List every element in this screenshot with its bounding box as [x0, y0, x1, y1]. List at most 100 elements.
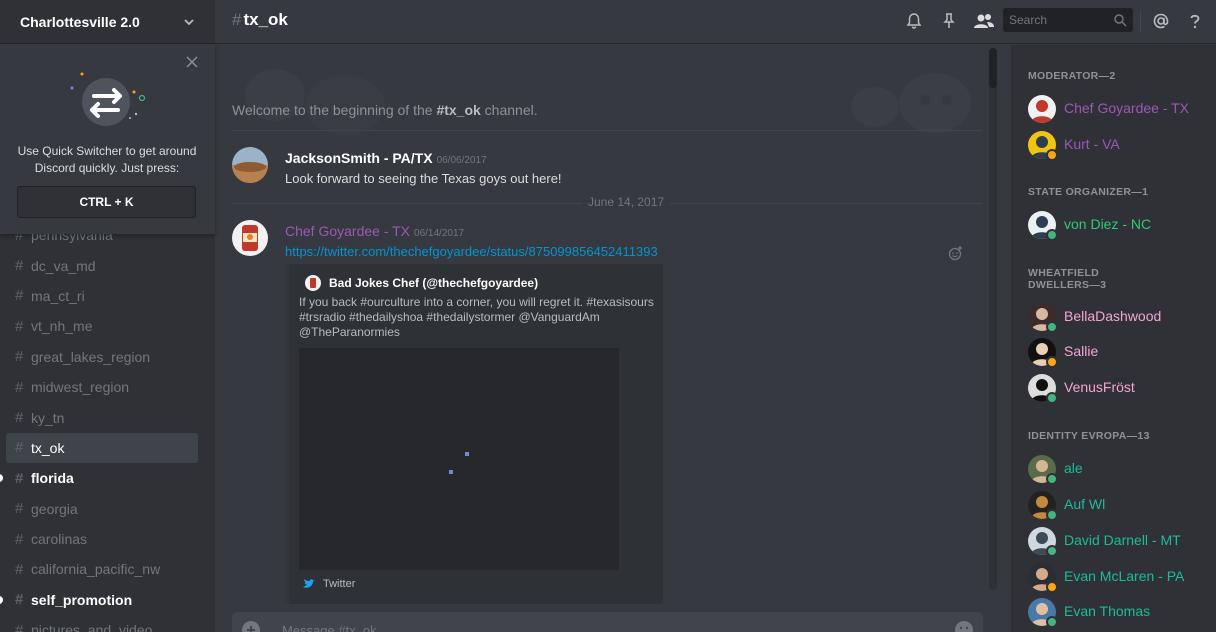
channel-item-tx_ok[interactable]: # tx_ok	[6, 432, 198, 464]
hash-icon: #	[15, 439, 24, 457]
status-online-indicator	[1046, 229, 1058, 241]
channel-label: self_promotion	[31, 591, 133, 608]
member-item[interactable]: Evan Thomas	[1028, 598, 1208, 630]
channel-item-carolinas[interactable]: # carolinas	[6, 524, 198, 554]
member-group-header: STATE ORGANIZER—1	[1028, 186, 1149, 198]
help-icon[interactable]	[1186, 12, 1204, 30]
message-author[interactable]: JacksonSmith - PA/TX 06/06/2017	[285, 150, 487, 166]
avatar	[1028, 95, 1056, 123]
hash-icon: #	[15, 287, 24, 305]
welcome-background-art	[245, 69, 971, 135]
quick-switcher-shortcut-button[interactable]: CTRL + K	[17, 186, 196, 218]
emoji-icon[interactable]	[955, 621, 973, 632]
status-online-indicator	[1046, 392, 1058, 404]
member-name: BellaDashwood	[1064, 308, 1162, 324]
author-name: Chef Goyardee - TX	[285, 223, 411, 239]
status-online-indicator	[1046, 545, 1058, 557]
channel-item-great_lakes_region[interactable]: # great_lakes_region	[6, 342, 198, 372]
channel-label: tx_ok	[31, 439, 65, 456]
channel-header: # tx_ok Search	[215, 0, 1216, 44]
embed-footer-text: Twitter	[323, 578, 356, 590]
hash-icon: #	[15, 500, 24, 518]
channel-hash: #	[232, 10, 242, 29]
search-placeholder: Search	[1009, 13, 1048, 27]
member-item[interactable]: VenusFröst	[1028, 374, 1208, 406]
chevron-down-icon	[184, 18, 194, 25]
upload-plus-icon[interactable]	[242, 621, 260, 632]
hash-icon: #	[15, 530, 24, 548]
member-name: Kurt - VA	[1064, 136, 1120, 152]
member-item[interactable]: Chef Goyardee - TX	[1028, 95, 1208, 127]
member-name: Sallie	[1064, 343, 1099, 359]
channel-label: florida	[31, 470, 74, 487]
member-group-header: MODERATOR—2	[1028, 70, 1116, 82]
channel-label: ma_ct_ri	[31, 287, 85, 304]
scrollbar-thumb[interactable]	[989, 48, 997, 88]
status-online-indicator	[1046, 509, 1058, 521]
message-link[interactable]: https://twitter.com/thechefgoyardee/stat…	[285, 244, 658, 259]
channel-label: georgia	[31, 500, 78, 517]
welcome-channel: #tx_ok	[436, 102, 481, 118]
embed-author-avatar	[305, 275, 321, 291]
channel-item-ky_tn[interactable]: # ky_tn	[6, 402, 198, 432]
channel-label: dc_va_md	[31, 257, 96, 274]
welcome-divider	[232, 130, 982, 131]
message-author[interactable]: Chef Goyardee - TX 06/14/2017	[285, 223, 464, 239]
member-item[interactable]: von Diez - NC	[1028, 211, 1208, 243]
channel-label: ky_tn	[31, 409, 65, 426]
pin-icon[interactable]	[940, 12, 958, 30]
avatar[interactable]	[232, 220, 268, 256]
member-item[interactable]: Sallie	[1028, 338, 1208, 370]
channel-item-florida[interactable]: # florida	[0, 463, 198, 493]
welcome-suffix: channel.	[480, 102, 538, 118]
members-icon[interactable]	[973, 12, 995, 30]
header-divider	[1140, 10, 1141, 32]
member-name: VenusFröst	[1064, 379, 1135, 395]
bell-icon[interactable]	[905, 12, 923, 30]
member-item[interactable]: David Darnell - MT	[1028, 527, 1208, 559]
embed-video-player[interactable]	[299, 348, 619, 570]
mention-icon[interactable]	[1152, 12, 1170, 30]
quick-switcher-arrows-icon	[70, 72, 146, 126]
add-reaction-icon[interactable]	[948, 245, 964, 261]
status-idle-indicator	[1046, 356, 1058, 368]
search-icon	[1114, 14, 1127, 27]
member-name: Evan McLaren - PA	[1064, 568, 1185, 584]
avatar[interactable]	[232, 147, 268, 183]
member-item[interactable]: Evan McLaren - PA	[1028, 563, 1208, 595]
channel-item-midwest_region[interactable]: # midwest_region	[6, 372, 198, 402]
hash-icon: #	[15, 257, 24, 275]
hash-icon: #	[15, 348, 24, 366]
message-scrollbar[interactable]	[989, 48, 997, 590]
message-text: Look forward to seeing the Texas goys ou…	[285, 171, 562, 186]
quick-switcher-popout: Use Quick Switcher to get around Discord…	[0, 44, 215, 234]
embed-author[interactable]: Bad Jokes Chef (@thechefgoyardee)	[305, 275, 538, 291]
member-group-header: WHEATFIELD DWELLERS—3	[1028, 267, 1107, 291]
channel-item-pictures_and_video[interactable]: # pictures_and_video	[6, 615, 198, 632]
twitter-icon	[303, 579, 315, 588]
search-input[interactable]: Search	[1003, 8, 1133, 32]
channel-label: pictures_and_video	[31, 622, 153, 632]
close-icon[interactable]	[186, 56, 198, 68]
loading-spinner-icon	[449, 452, 469, 474]
message-composer[interactable]: Message #tx_ok	[232, 612, 983, 632]
channel-welcome-text: Welcome to the beginning of the #tx_ok c…	[232, 102, 538, 118]
channel-item-california_pacific_nw[interactable]: # california_pacific_nw	[6, 554, 198, 584]
channel-label: california_pacific_nw	[31, 561, 161, 578]
channel-item-vt_nh_me[interactable]: # vt_nh_me	[6, 311, 198, 341]
hash-icon: #	[15, 378, 24, 396]
channel-item-georgia[interactable]: # georgia	[6, 494, 198, 524]
channel-item-self_promotion[interactable]: # self_promotion	[0, 585, 198, 615]
channel-sidebar: Charlottesville 2.0 Use Quick Switcher t…	[0, 0, 215, 632]
channel-item-dc_va_md[interactable]: # dc_va_md	[6, 250, 198, 280]
status-online-indicator	[1046, 473, 1058, 485]
channel-item-ma_ct_ri[interactable]: # ma_ct_ri	[6, 281, 198, 311]
member-item[interactable]: Auf Wl	[1028, 491, 1208, 523]
member-item[interactable]: BellaDashwood	[1028, 303, 1208, 335]
date-divider: June 14, 2017	[232, 195, 982, 209]
server-header[interactable]: Charlottesville 2.0	[0, 0, 215, 44]
member-item[interactable]: Kurt - VA	[1028, 131, 1208, 163]
link-embed: Bad Jokes Chef (@thechefgoyardee) If you…	[285, 264, 663, 604]
status-idle-indicator	[1046, 581, 1058, 593]
member-item[interactable]: ale	[1028, 455, 1208, 487]
